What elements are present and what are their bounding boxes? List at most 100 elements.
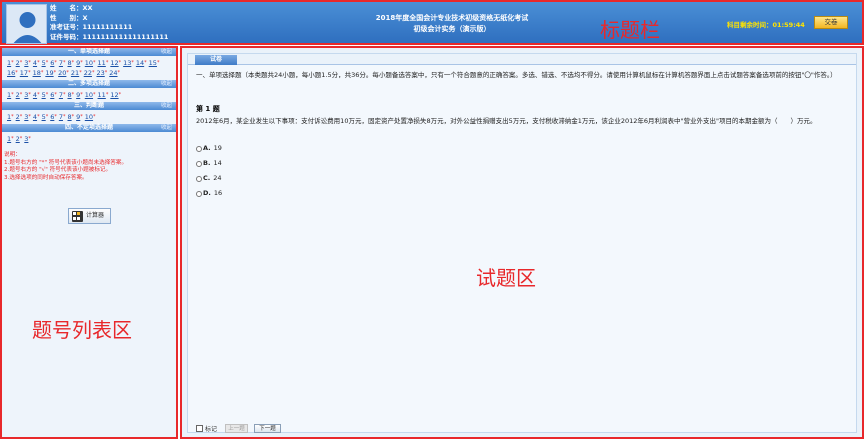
unanswered-mark: * bbox=[28, 114, 31, 120]
question-number-link[interactable]: 8* bbox=[67, 58, 74, 68]
question-number-link[interactable]: 23* bbox=[96, 68, 107, 78]
question-number-link[interactable]: 11* bbox=[98, 58, 109, 68]
section-collapse-toggle[interactable]: 收起 bbox=[161, 48, 172, 56]
question-number-link[interactable]: 5* bbox=[42, 112, 49, 122]
unanswered-mark: * bbox=[62, 60, 66, 66]
unanswered-mark: * bbox=[40, 70, 44, 76]
question-number-link[interactable]: 16* bbox=[7, 68, 18, 78]
question-number-link[interactable]: 8* bbox=[67, 90, 74, 100]
question-number-link[interactable]: 15* bbox=[149, 58, 160, 68]
question-number-link[interactable]: 22* bbox=[84, 68, 95, 78]
question-number-link[interactable]: 18* bbox=[33, 68, 44, 78]
question-number-link[interactable]: 1* bbox=[7, 90, 14, 100]
question-number-link[interactable]: 10* bbox=[85, 58, 96, 68]
calculator-button[interactable]: 计算器 bbox=[68, 208, 111, 224]
question-number-link[interactable]: 4* bbox=[33, 112, 40, 122]
section-collapse-toggle[interactable]: 收起 bbox=[161, 124, 172, 132]
question-number: 12 bbox=[110, 59, 119, 67]
section-title: 三、判断题 bbox=[73, 102, 104, 109]
question-number-link[interactable]: 9* bbox=[76, 58, 83, 68]
question-number-link[interactable]: 19* bbox=[45, 68, 56, 78]
question-number: 17 bbox=[19, 69, 29, 77]
question-number-link[interactable]: 7* bbox=[59, 90, 66, 100]
unanswered-mark: * bbox=[71, 114, 75, 120]
unanswered-mark: * bbox=[54, 114, 57, 120]
unanswered-mark: * bbox=[131, 60, 134, 66]
next-question-button[interactable]: 下一题 bbox=[254, 424, 282, 433]
question-number-link[interactable]: 3* bbox=[24, 58, 31, 68]
radio-button[interactable] bbox=[196, 190, 202, 197]
question-number-link[interactable]: 2* bbox=[16, 134, 23, 144]
radio-button[interactable] bbox=[196, 160, 202, 167]
question-number-link[interactable]: 10* bbox=[85, 112, 96, 122]
question-number-link[interactable]: 4* bbox=[33, 90, 40, 100]
question-number-grid: 1* 2* 3* 4* 5* 6* 7* 8* 9* 10* 11* 12* 13* 14* 15*16* 1… bbox=[2, 56, 176, 80]
question-number-link[interactable]: 1* bbox=[7, 58, 14, 68]
tab-bar bbox=[188, 54, 856, 65]
question-number-link[interactable]: 9* bbox=[76, 112, 83, 122]
instructions-note: 说明： 1.题号右方的 "*" 符号代表该小题尚未选择答案。 2.题号右方的 "… bbox=[4, 152, 176, 182]
question-number-link[interactable]: 4* bbox=[33, 58, 40, 68]
question-number-link[interactable]: 17* bbox=[20, 68, 31, 78]
option-c[interactable]: C. 24 bbox=[196, 171, 222, 186]
exam-title: 2018年度全国会计专业技术初级资格无纸化考试 初级会计实务（演示版） bbox=[342, 13, 562, 35]
option-d[interactable]: D. 16 bbox=[196, 186, 222, 201]
question-number-link[interactable]: 12* bbox=[110, 58, 121, 68]
question-number-link[interactable]: 2* bbox=[16, 58, 23, 68]
question-number-link[interactable]: 1* bbox=[7, 134, 14, 144]
question-number: 14 bbox=[135, 59, 145, 67]
option-text: 24 bbox=[213, 174, 222, 182]
question-number-link[interactable]: 21* bbox=[71, 68, 82, 78]
prev-question-button[interactable]: 上一题 bbox=[225, 424, 249, 433]
question-number-link[interactable]: 2* bbox=[16, 90, 23, 100]
question-number-link[interactable]: 12* bbox=[110, 90, 121, 100]
question-number-link[interactable]: 5* bbox=[42, 90, 49, 100]
unanswered-mark: * bbox=[118, 60, 122, 66]
unanswered-mark: * bbox=[19, 60, 23, 66]
question-number-link[interactable]: 3* bbox=[24, 134, 31, 144]
question-number-link[interactable]: 7* bbox=[59, 112, 66, 122]
unanswered-mark: * bbox=[93, 92, 96, 98]
question-number-link[interactable]: 6* bbox=[50, 112, 57, 122]
question-number-link[interactable]: 9* bbox=[76, 90, 83, 100]
unanswered-mark: * bbox=[62, 92, 66, 98]
question-number-link[interactable]: 10* bbox=[85, 90, 96, 100]
radio-button[interactable] bbox=[196, 145, 202, 152]
option-letter: D. bbox=[203, 189, 211, 197]
question-number-link[interactable]: 3* bbox=[24, 90, 31, 100]
question-number-link[interactable]: 20* bbox=[58, 68, 69, 78]
submit-exam-button[interactable]: 交卷 bbox=[814, 16, 848, 29]
question-number-link[interactable]: 6* bbox=[50, 58, 57, 68]
question-number-link[interactable]: 5* bbox=[42, 58, 49, 68]
question-number-panel: 一、单项选择题 收起 1* 2* 3* 4* 5* 6* 7* 8* 9* 10* 11* 12* 13* 1… bbox=[0, 46, 178, 439]
question-number-link[interactable]: 6* bbox=[50, 90, 57, 100]
mark-checkbox[interactable] bbox=[196, 425, 203, 432]
question-number-link[interactable]: 24* bbox=[109, 68, 120, 78]
question-number-link[interactable]: 2* bbox=[16, 112, 23, 122]
option-text: 16 bbox=[213, 189, 223, 197]
question-number: 10 bbox=[84, 113, 94, 121]
question-number-link[interactable]: 8* bbox=[67, 112, 74, 122]
section-collapse-toggle[interactable]: 收起 bbox=[161, 80, 172, 88]
section-collapse-toggle[interactable]: 收起 bbox=[161, 102, 172, 110]
question-number-link[interactable]: 7* bbox=[59, 58, 66, 68]
option-b[interactable]: B. 14 bbox=[196, 156, 222, 171]
question-number: 23 bbox=[96, 69, 105, 77]
unanswered-mark: * bbox=[93, 114, 96, 120]
tab-exam-paper[interactable]: 试卷 bbox=[195, 55, 237, 65]
question-number: 12 bbox=[110, 91, 119, 99]
option-a[interactable]: A. 19 bbox=[196, 141, 222, 156]
unanswered-mark: * bbox=[28, 92, 31, 98]
radio-button[interactable] bbox=[196, 175, 202, 182]
note-line-2: 2.题号右方的 "√" 符号代表该小题被标记。 bbox=[4, 167, 112, 173]
section-title: 一、单项选择题 bbox=[67, 48, 110, 55]
question-number-link[interactable]: 11* bbox=[98, 90, 109, 100]
question-number-link[interactable]: 14* bbox=[136, 58, 147, 68]
question-text: 2012年6月，某企业发生以下事项：支付诉讼费用10万元，固定资产处置净损失8万… bbox=[196, 117, 817, 125]
question-number-link[interactable]: 13* bbox=[123, 58, 134, 68]
exam-title-line2: 初级会计实务（演示版） bbox=[413, 25, 491, 33]
question-number-link[interactable]: 1* bbox=[7, 112, 14, 122]
unanswered-mark: * bbox=[79, 70, 82, 76]
question-number-link[interactable]: 3* bbox=[24, 112, 31, 122]
calculator-label: 计算器 bbox=[86, 212, 105, 219]
